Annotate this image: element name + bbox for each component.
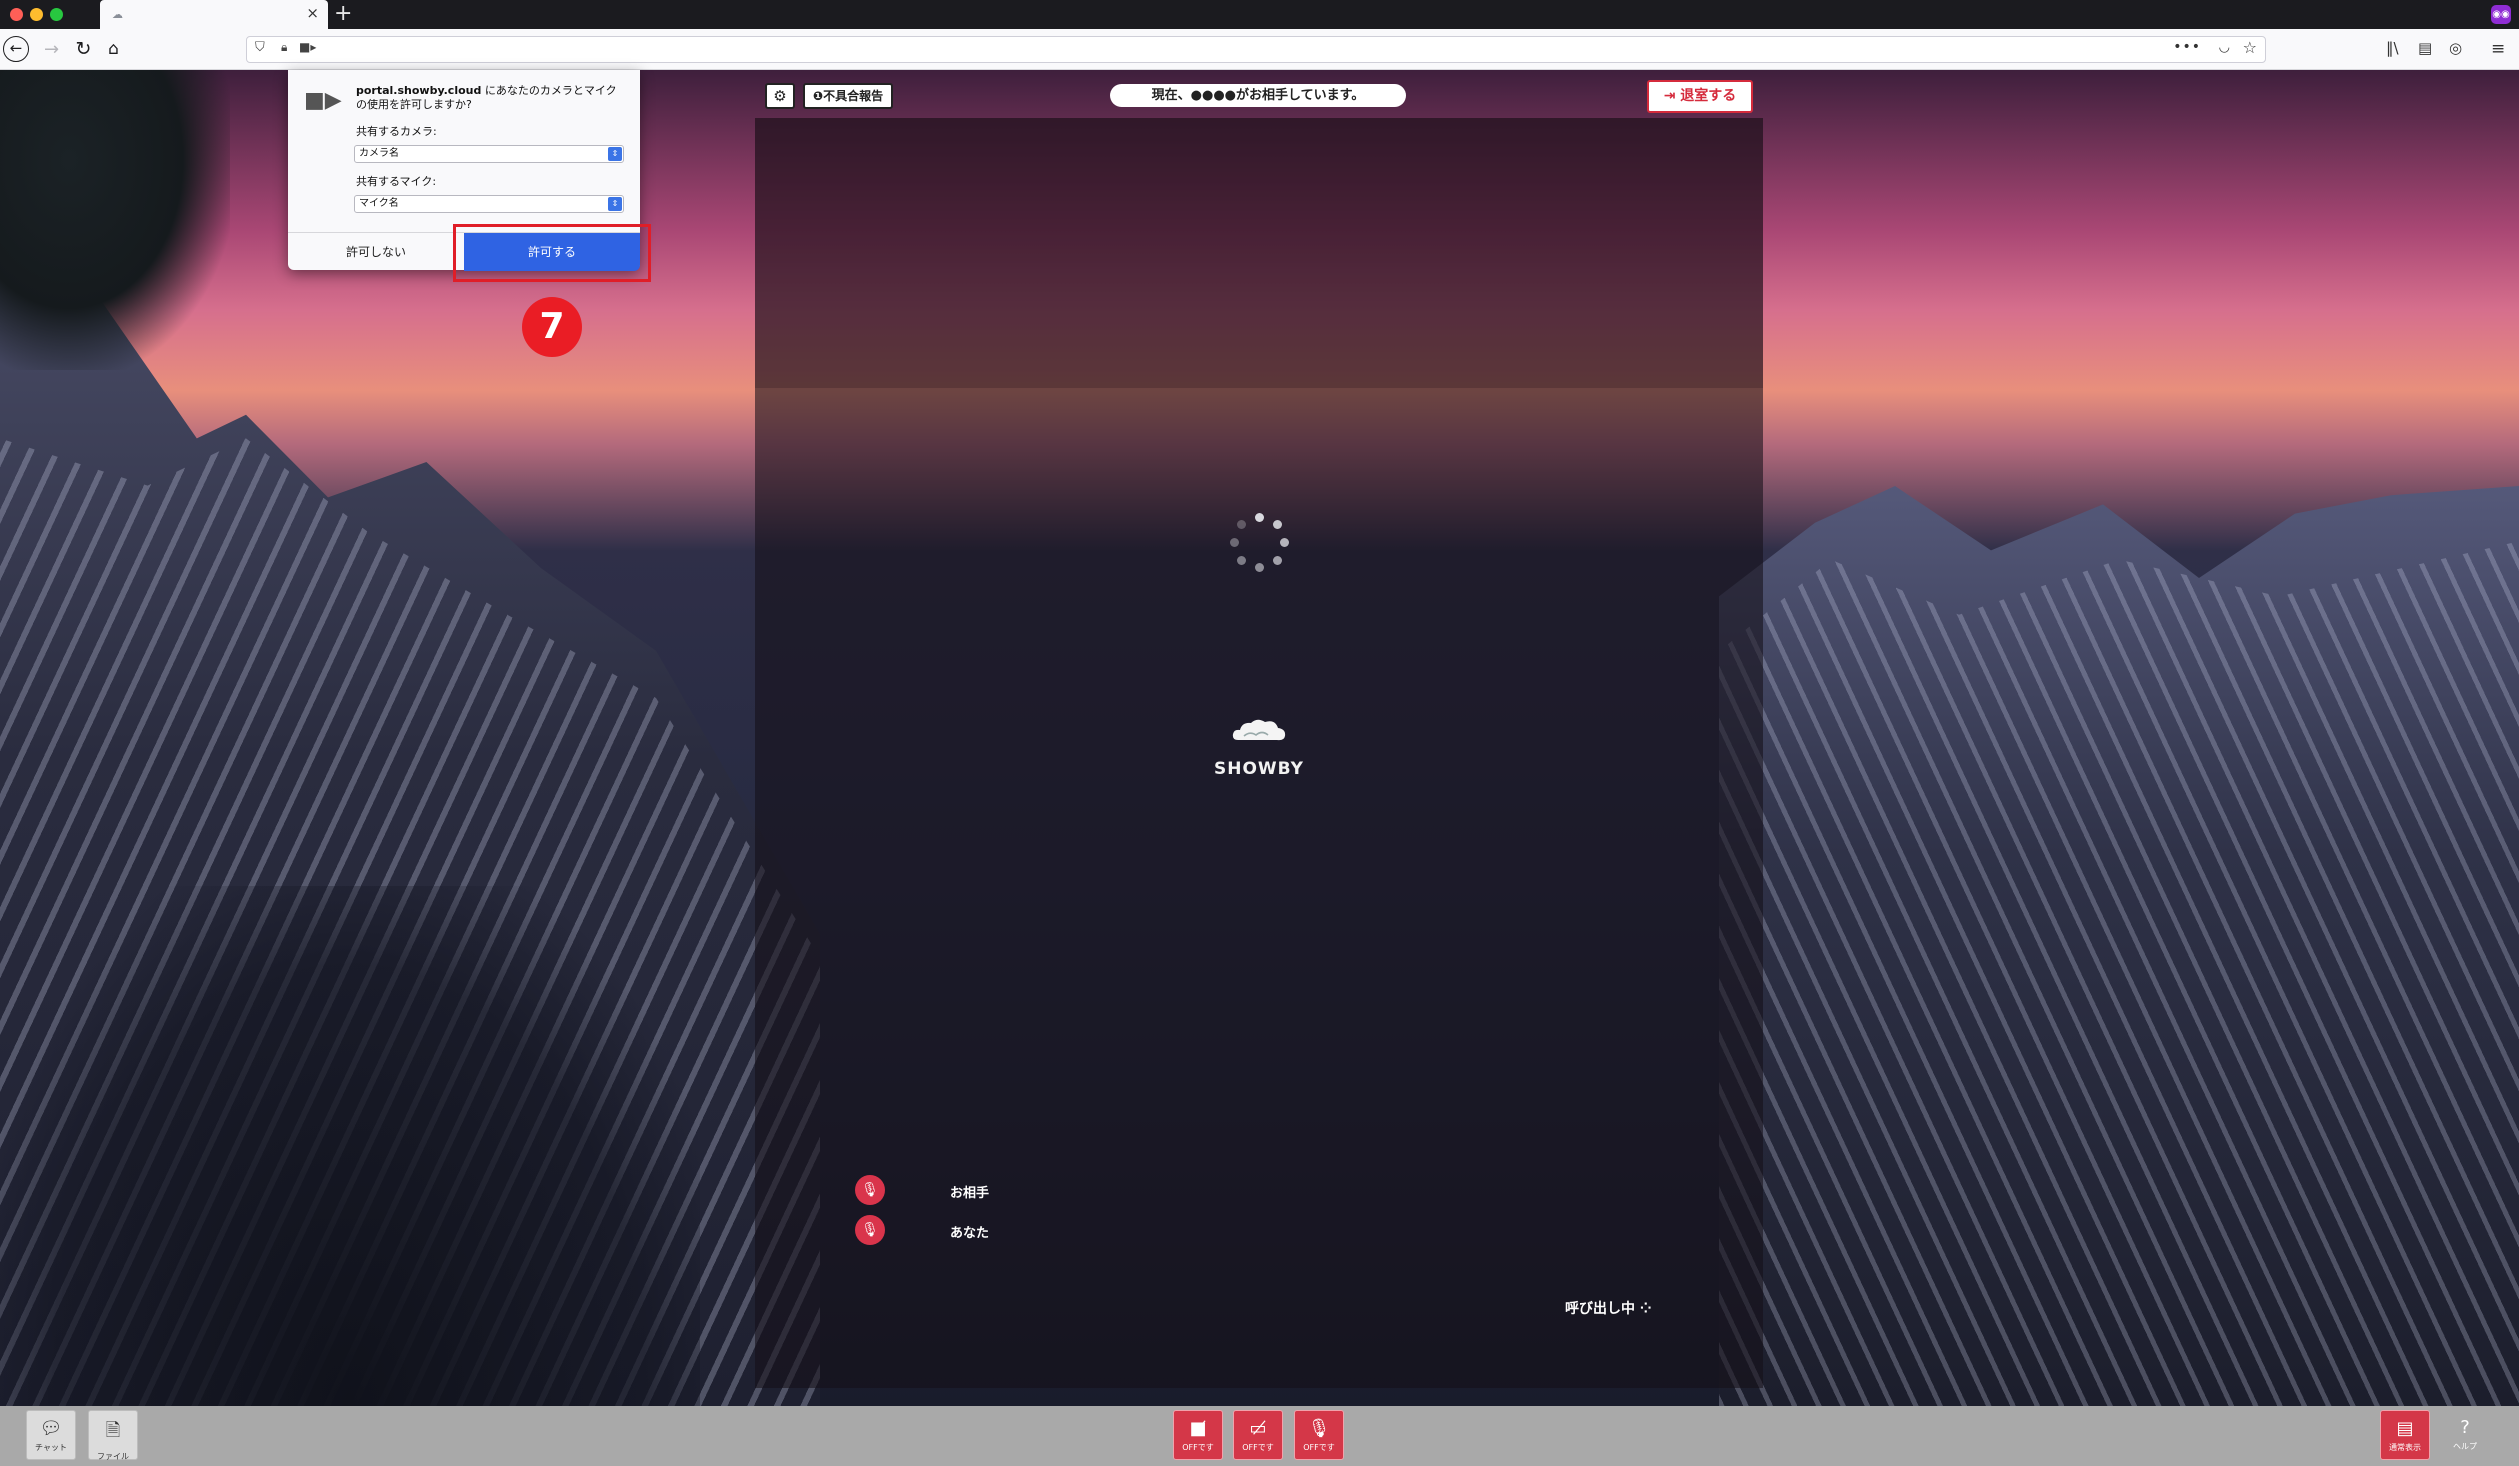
status-pill: 現在、●●●●がお相手しています。 (1110, 84, 1406, 107)
video-panel: SHOWBY 呼び出し中 ⁘ (755, 118, 1763, 1388)
chat-label: チャット (35, 1443, 67, 1452)
help-button[interactable]: ? ヘルプ (2440, 1410, 2490, 1460)
normal-view-button[interactable]: ▤ 通常表示 (2380, 1410, 2430, 1460)
new-tab-button[interactable]: + (334, 1, 352, 27)
deny-button[interactable]: 許可しない (288, 233, 464, 271)
account-icon[interactable]: ◎ (2449, 39, 2462, 57)
home-icon[interactable]: ⌂ (100, 36, 127, 63)
file-button[interactable]: 🗎 ファイル (88, 1410, 138, 1461)
mask-icon[interactable]: ◉◉ (2491, 5, 2511, 24)
lock-icon[interactable]: 🔒︎ (281, 40, 287, 55)
calling-label: 呼び出し中 ⁘ (1565, 1301, 1652, 1317)
mic-off-label: OFFです (1303, 1443, 1335, 1452)
mic-off-icon: 🎙︎ (1307, 1418, 1331, 1439)
camera-toggle-button[interactable]: ■̸ OFFです (1173, 1410, 1223, 1460)
self-mic-off-icon: 🎙︎ (855, 1215, 885, 1245)
allow-button-highlight (453, 224, 651, 282)
navigation-bar: ← → ↻ ⌂ ⛉ 🔒︎ ■▸ ••• ◡ ☆ ‖\ ▤ ◎ ≡ (0, 29, 2519, 70)
shield-icon[interactable]: ⛉ (255, 40, 265, 55)
showby-favicon-icon: ☁ (112, 8, 123, 21)
mic-toggle-button[interactable]: 🎙︎ OFFです (1294, 1410, 1344, 1460)
tab-bar: ☁ × + ◉◉ (0, 0, 2519, 29)
permission-domain: portal.showby.cloud (356, 84, 482, 97)
forest-left (0, 886, 700, 1406)
mountain-right-snow (1719, 541, 2519, 1406)
help-label: ヘルプ (2453, 1442, 2477, 1451)
select-chevron-icon: ⇕ (608, 147, 622, 161)
chat-bubble-icon: 💬︎ (39, 1418, 63, 1439)
camera-off-label: OFFです (1182, 1443, 1214, 1452)
permission-message: portal.showby.cloud にあなたのカメラとマイクの使用を許可しま… (356, 84, 626, 112)
question-icon: ? (2460, 1417, 2470, 1438)
window-minimize-button[interactable] (30, 8, 43, 21)
camera-select-label: 共有するカメラ: (356, 125, 437, 138)
leave-room-label: 退室する (1680, 88, 1737, 104)
sidebar-icon[interactable]: ▤ (2418, 39, 2432, 57)
select-chevron-icon: ⇕ (608, 197, 622, 211)
bottom-toolbar: 💬︎ チャット 🗎 ファイル ■̸ OFFです ▭̸ OFFです 🎙︎ OFFで… (0, 1406, 2519, 1466)
more-dots-icon[interactable]: ••• (2173, 39, 2201, 55)
screen-off-icon: ▭̸ (1249, 1418, 1267, 1439)
leave-room-button[interactable]: ⇥ 退室する (1647, 80, 1753, 113)
partner-mic-off-icon: 🎙︎ (855, 1175, 885, 1205)
loading-spinner-icon (1229, 513, 1289, 573)
url-bar[interactable]: ⛉ 🔒︎ ■▸ ••• ◡ ☆ (246, 36, 2266, 63)
camera-off-icon: ■̸ (1189, 1418, 1207, 1439)
layout-icon: ▤ (2396, 1418, 2414, 1439)
partner-label: お相手 (950, 1186, 990, 1201)
camera-select-value: カメラ名 (359, 148, 399, 159)
file-icon: 🗎 (105, 1420, 121, 1441)
screen-off-label: OFFです (1242, 1443, 1274, 1452)
bug-report-button[interactable]: ❶不具合報告 (803, 83, 893, 109)
bug-report-label: 不具合報告 (823, 89, 884, 103)
showby-logo-text: SHOWBY (1213, 759, 1304, 779)
camera-permission-icon[interactable]: ■▸ (299, 40, 316, 54)
showby-cloud-logo-icon (1232, 719, 1286, 741)
video-camera-icon: ■▶ (304, 88, 342, 113)
hamburger-menu-icon[interactable]: ≡ (2491, 39, 2505, 59)
info-icon: ❶ (812, 89, 824, 103)
pocket-icon[interactable]: ◡ (2219, 40, 2230, 55)
window-maximize-button[interactable] (50, 8, 63, 21)
window-close-button[interactable] (10, 8, 23, 21)
tree-silhouette (0, 70, 230, 370)
gear-icon: ⚙ (773, 87, 787, 105)
camera-select[interactable]: カメラ名 ⇕ (354, 145, 624, 163)
tab-close-icon[interactable]: × (306, 4, 319, 22)
library-icon[interactable]: ‖\ (2386, 39, 2399, 57)
step-number-badge: 7 (522, 297, 582, 357)
calling-status: 呼び出し中 ⁘ (1565, 1286, 1755, 1326)
bookmark-star-icon[interactable]: ☆ (2243, 38, 2257, 57)
forward-icon[interactable]: → (38, 36, 65, 63)
mic-select-label: 共有するマイク: (356, 175, 437, 188)
reload-icon[interactable]: ↻ (70, 36, 97, 63)
video-panel-top-shade (755, 118, 1763, 388)
settings-button[interactable]: ⚙ (765, 83, 795, 109)
chat-button[interactable]: 💬︎ チャット (26, 1410, 76, 1460)
back-icon[interactable]: ← (3, 36, 29, 62)
active-tab[interactable]: ☁ × (100, 0, 328, 29)
normal-view-label: 通常表示 (2389, 1443, 2421, 1452)
file-label: ファイル (97, 1452, 129, 1461)
mic-select-value: マイク名 (359, 198, 399, 209)
screen-share-toggle-button[interactable]: ▭̸ OFFです (1233, 1410, 1283, 1460)
door-exit-icon: ⇥ (1663, 88, 1681, 104)
mic-select[interactable]: マイク名 ⇕ (354, 195, 624, 213)
self-label: あなた (950, 1226, 990, 1241)
